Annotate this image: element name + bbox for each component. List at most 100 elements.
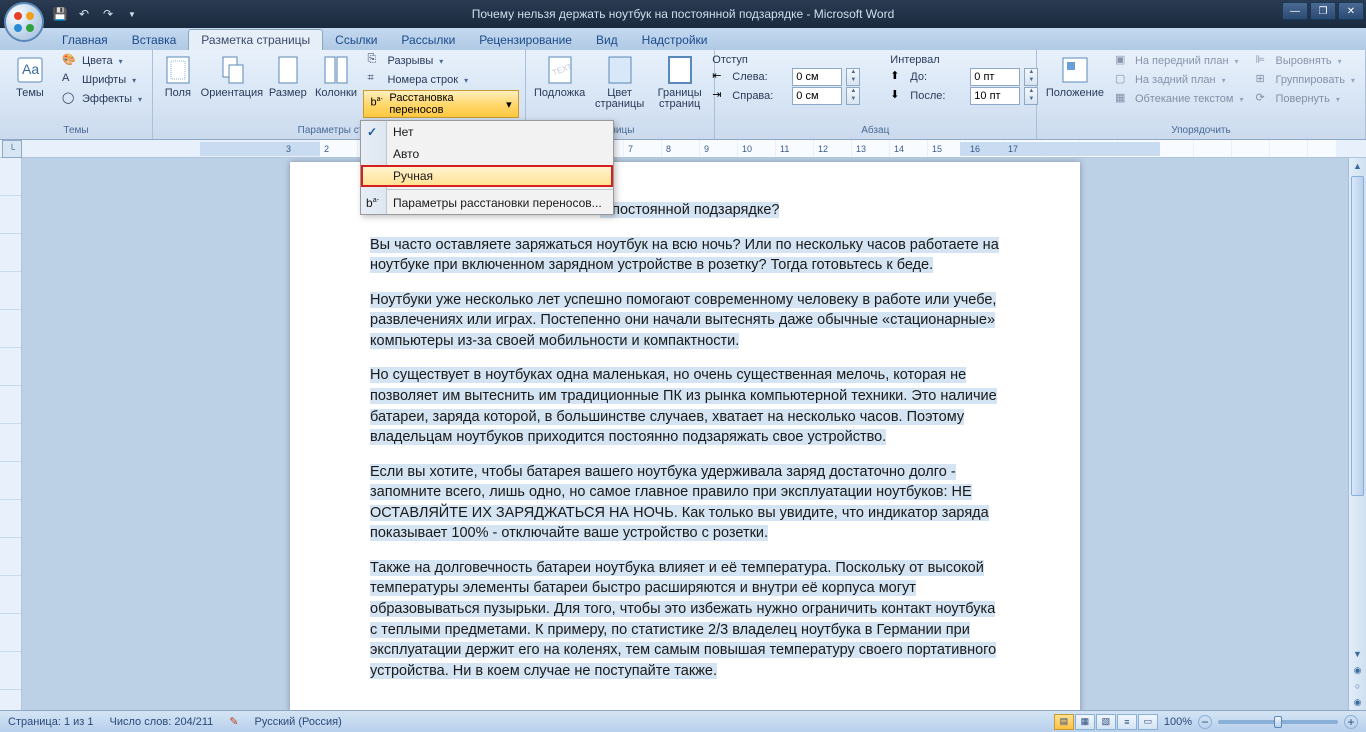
zoom-out-button[interactable]: −	[1198, 715, 1212, 729]
tab-review[interactable]: Рецензирование	[467, 30, 584, 50]
line-numbers-button[interactable]: ⌗Номера строк▾	[363, 71, 518, 89]
web-view-button[interactable]: ▧	[1096, 714, 1116, 730]
tab-selector[interactable]: └	[2, 140, 22, 158]
horizontal-ruler[interactable]: └ 3211234567891011121314151617	[0, 140, 1366, 158]
themes-icon: Aa	[14, 54, 46, 86]
quick-access-toolbar: 💾 ↶ ↷ ▼	[50, 4, 142, 24]
space-after-input[interactable]	[970, 87, 1020, 105]
hyphen-options-icon: ba-	[366, 196, 382, 212]
doc-paragraph: Вы часто оставляете заряжаться ноутбук н…	[370, 235, 1000, 276]
wrap-icon: ▦	[1115, 91, 1131, 107]
zoom-level[interactable]: 100%	[1164, 716, 1192, 728]
zoom-handle[interactable]	[1274, 716, 1282, 728]
watermark-button[interactable]: TEXTПодложка	[532, 52, 588, 99]
page-color-button[interactable]: Цвет страницы	[592, 52, 648, 110]
hyphen-none-item[interactable]: Нет	[361, 121, 613, 143]
hyphen-icon: ba-	[370, 96, 385, 112]
hyphenation-menu: Нет Авто Ручная ba- Параметры расстановк…	[360, 120, 614, 215]
draft-view-button[interactable]: ▭	[1138, 714, 1158, 730]
next-page-icon[interactable]: ◉	[1349, 694, 1366, 710]
tab-view[interactable]: Вид	[584, 30, 630, 50]
themes-button[interactable]: Aa Темы	[6, 52, 54, 99]
status-word-count[interactable]: Число слов: 204/211	[110, 716, 214, 728]
document-area[interactable]: а постоянной подзарядке? Вы часто оставл…	[22, 158, 1348, 710]
vertical-ruler[interactable]	[0, 158, 22, 710]
bring-front-button: ▣На передний план▾	[1111, 52, 1248, 70]
hyphen-options-item[interactable]: ba- Параметры расстановки переносов...	[361, 192, 613, 214]
close-button[interactable]: ✕	[1338, 2, 1364, 20]
hyphen-auto-item[interactable]: Авто	[361, 143, 613, 165]
palette-icon: 🎨	[62, 53, 78, 69]
qat-dropdown-icon[interactable]: ▼	[122, 4, 142, 24]
status-language[interactable]: Русский (Россия)	[255, 716, 342, 728]
scroll-up-icon[interactable]: ▲	[1349, 158, 1366, 174]
doc-paragraph: Но существует в ноутбуках одна маленькая…	[370, 365, 1000, 447]
tab-mailings[interactable]: Рассылки	[389, 30, 467, 50]
zoom-slider[interactable]	[1218, 720, 1338, 724]
orientation-icon	[216, 54, 248, 86]
columns-button[interactable]: Колонки	[312, 52, 359, 99]
align-icon: ⊫	[1255, 53, 1271, 69]
position-button[interactable]: Положение	[1043, 52, 1107, 99]
breaks-icon: ⎘	[367, 53, 383, 69]
scroll-thumb[interactable]	[1351, 176, 1364, 496]
columns-icon	[320, 54, 352, 86]
maximize-button[interactable]: ❐	[1310, 2, 1336, 20]
space-before-input[interactable]	[970, 68, 1020, 86]
print-layout-view-button[interactable]: ▤	[1054, 714, 1074, 730]
group-icon: ⊞	[1255, 72, 1271, 88]
ribbon-tabs: Главная Вставка Разметка страницы Ссылки…	[0, 28, 1366, 50]
zoom-in-button[interactable]: +	[1344, 715, 1358, 729]
orientation-button[interactable]: Ориентация	[201, 52, 263, 99]
theme-fonts-button[interactable]: AШрифты▾	[58, 71, 146, 89]
rotate-icon: ⟳	[1255, 91, 1271, 107]
browse-object-icon[interactable]: ○	[1349, 678, 1366, 694]
hyphenation-button[interactable]: ba-Расстановка переносов▾	[363, 90, 518, 118]
spacing-heading: Интервал	[890, 54, 1038, 66]
effects-icon: ◯	[62, 91, 78, 107]
undo-icon[interactable]: ↶	[74, 4, 94, 24]
indent-left-input[interactable]	[792, 68, 842, 86]
doc-paragraph: Если вы хотите, чтобы батарея вашего ноу…	[370, 462, 1000, 544]
doc-paragraph: Также на долговечность батареи ноутбука …	[370, 558, 1000, 681]
office-button[interactable]	[4, 2, 44, 42]
space-after-icon: ⬇	[890, 88, 906, 104]
theme-colors-button[interactable]: 🎨Цвета▾	[58, 52, 146, 70]
indent-right-input[interactable]	[792, 87, 842, 105]
size-button[interactable]: Размер	[267, 52, 308, 99]
status-proofing-icon[interactable]: ✎	[229, 715, 238, 728]
reading-view-button[interactable]: ▦	[1075, 714, 1095, 730]
size-icon	[272, 54, 304, 86]
tab-references[interactable]: Ссылки	[323, 30, 389, 50]
page-borders-button[interactable]: Границы страниц	[652, 52, 708, 110]
menu-separator	[387, 189, 613, 190]
page[interactable]: а постоянной подзарядке? Вы часто оставл…	[290, 162, 1080, 710]
pagecolor-icon	[604, 54, 636, 86]
outline-view-button[interactable]: ≡	[1117, 714, 1137, 730]
view-buttons: ▤ ▦ ▧ ≡ ▭	[1054, 714, 1158, 730]
tab-addins[interactable]: Надстройки	[630, 30, 720, 50]
margins-button[interactable]: Поля	[159, 52, 197, 99]
save-icon[interactable]: 💾	[50, 4, 70, 24]
spinner[interactable]: ▲▼	[846, 68, 860, 86]
rotate-button: ⟳Повернуть▾	[1251, 90, 1359, 108]
tab-home[interactable]: Главная	[50, 30, 120, 50]
doc-paragraph: Ноутбуки уже несколько лет успешно помог…	[370, 290, 1000, 352]
workspace: а постоянной подзарядке? Вы часто оставл…	[0, 158, 1366, 710]
hyphen-manual-item[interactable]: Ручная	[361, 165, 613, 187]
borders-icon	[664, 54, 696, 86]
theme-effects-button[interactable]: ◯Эффекты▾	[58, 90, 146, 108]
redo-icon[interactable]: ↷	[98, 4, 118, 24]
breaks-button[interactable]: ⎘Разрывы▾	[363, 52, 518, 70]
vertical-scrollbar[interactable]: ▲ ▼ ◉ ○ ◉	[1348, 158, 1366, 710]
scroll-down-icon[interactable]: ▼	[1349, 646, 1366, 662]
tab-insert[interactable]: Вставка	[120, 30, 189, 50]
status-page[interactable]: Страница: 1 из 1	[8, 716, 94, 728]
linenum-icon: ⌗	[367, 72, 383, 88]
minimize-button[interactable]: —	[1282, 2, 1308, 20]
group-paragraph: Отступ ⇤Слева:▲▼ ⇥Справа:▲▼ Интервал ⬆До…	[715, 50, 1037, 139]
tab-page-layout[interactable]: Разметка страницы	[188, 29, 323, 50]
indent-right-icon: ⇥	[712, 88, 728, 104]
prev-page-icon[interactable]: ◉	[1349, 662, 1366, 678]
spinner[interactable]: ▲▼	[846, 87, 860, 105]
